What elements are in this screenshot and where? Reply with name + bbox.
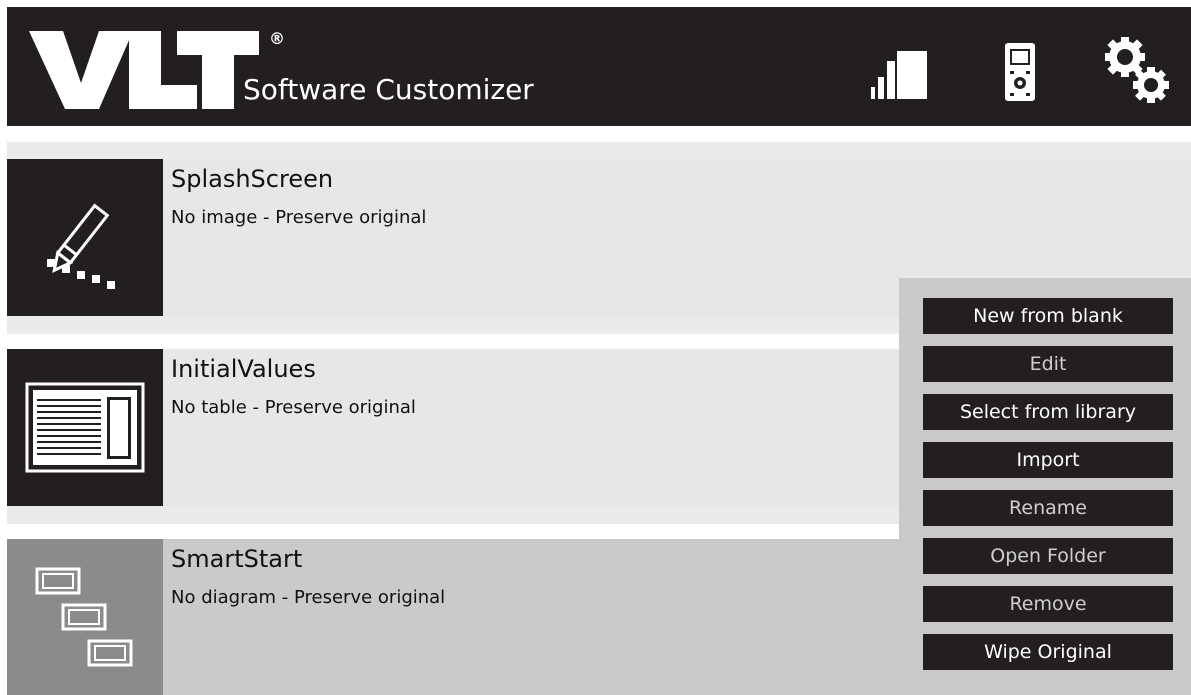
separator-band (7, 506, 899, 524)
import-button[interactable]: Import (923, 442, 1173, 478)
action-panel: New from blank Edit Select from library … (899, 278, 1191, 695)
row-status: No table - Preserve original (171, 397, 416, 418)
row-title: SmartStart (171, 545, 303, 573)
new-from-blank-button[interactable]: New from blank (923, 298, 1173, 334)
row-title: InitialValues (171, 355, 316, 383)
app-subtitle: Software Customizer (243, 73, 534, 106)
remove-button[interactable]: Remove (923, 586, 1173, 622)
app-header: ® Software Customizer (7, 7, 1191, 126)
separator-band (7, 316, 899, 334)
lcp-device-icon[interactable] (1003, 41, 1037, 103)
diagram-icon (7, 539, 163, 695)
separator-band (7, 142, 1191, 160)
vlt-logo (29, 31, 259, 109)
row-status: No image - Preserve original (171, 207, 427, 228)
settings-gears-icon[interactable] (1103, 35, 1171, 105)
row-status: No diagram - Preserve original (171, 587, 446, 608)
open-folder-button[interactable]: Open Folder (923, 538, 1173, 574)
registered-mark: ® (269, 29, 285, 48)
pencil-icon (7, 159, 163, 316)
bar-chart-icon[interactable] (869, 51, 929, 101)
edit-button[interactable]: Edit (923, 346, 1173, 382)
row-title: SplashScreen (171, 165, 334, 193)
rename-button[interactable]: Rename (923, 490, 1173, 526)
wipe-original-button[interactable]: Wipe Original (923, 634, 1173, 670)
select-from-library-button[interactable]: Select from library (923, 394, 1173, 430)
table-icon (7, 349, 163, 506)
